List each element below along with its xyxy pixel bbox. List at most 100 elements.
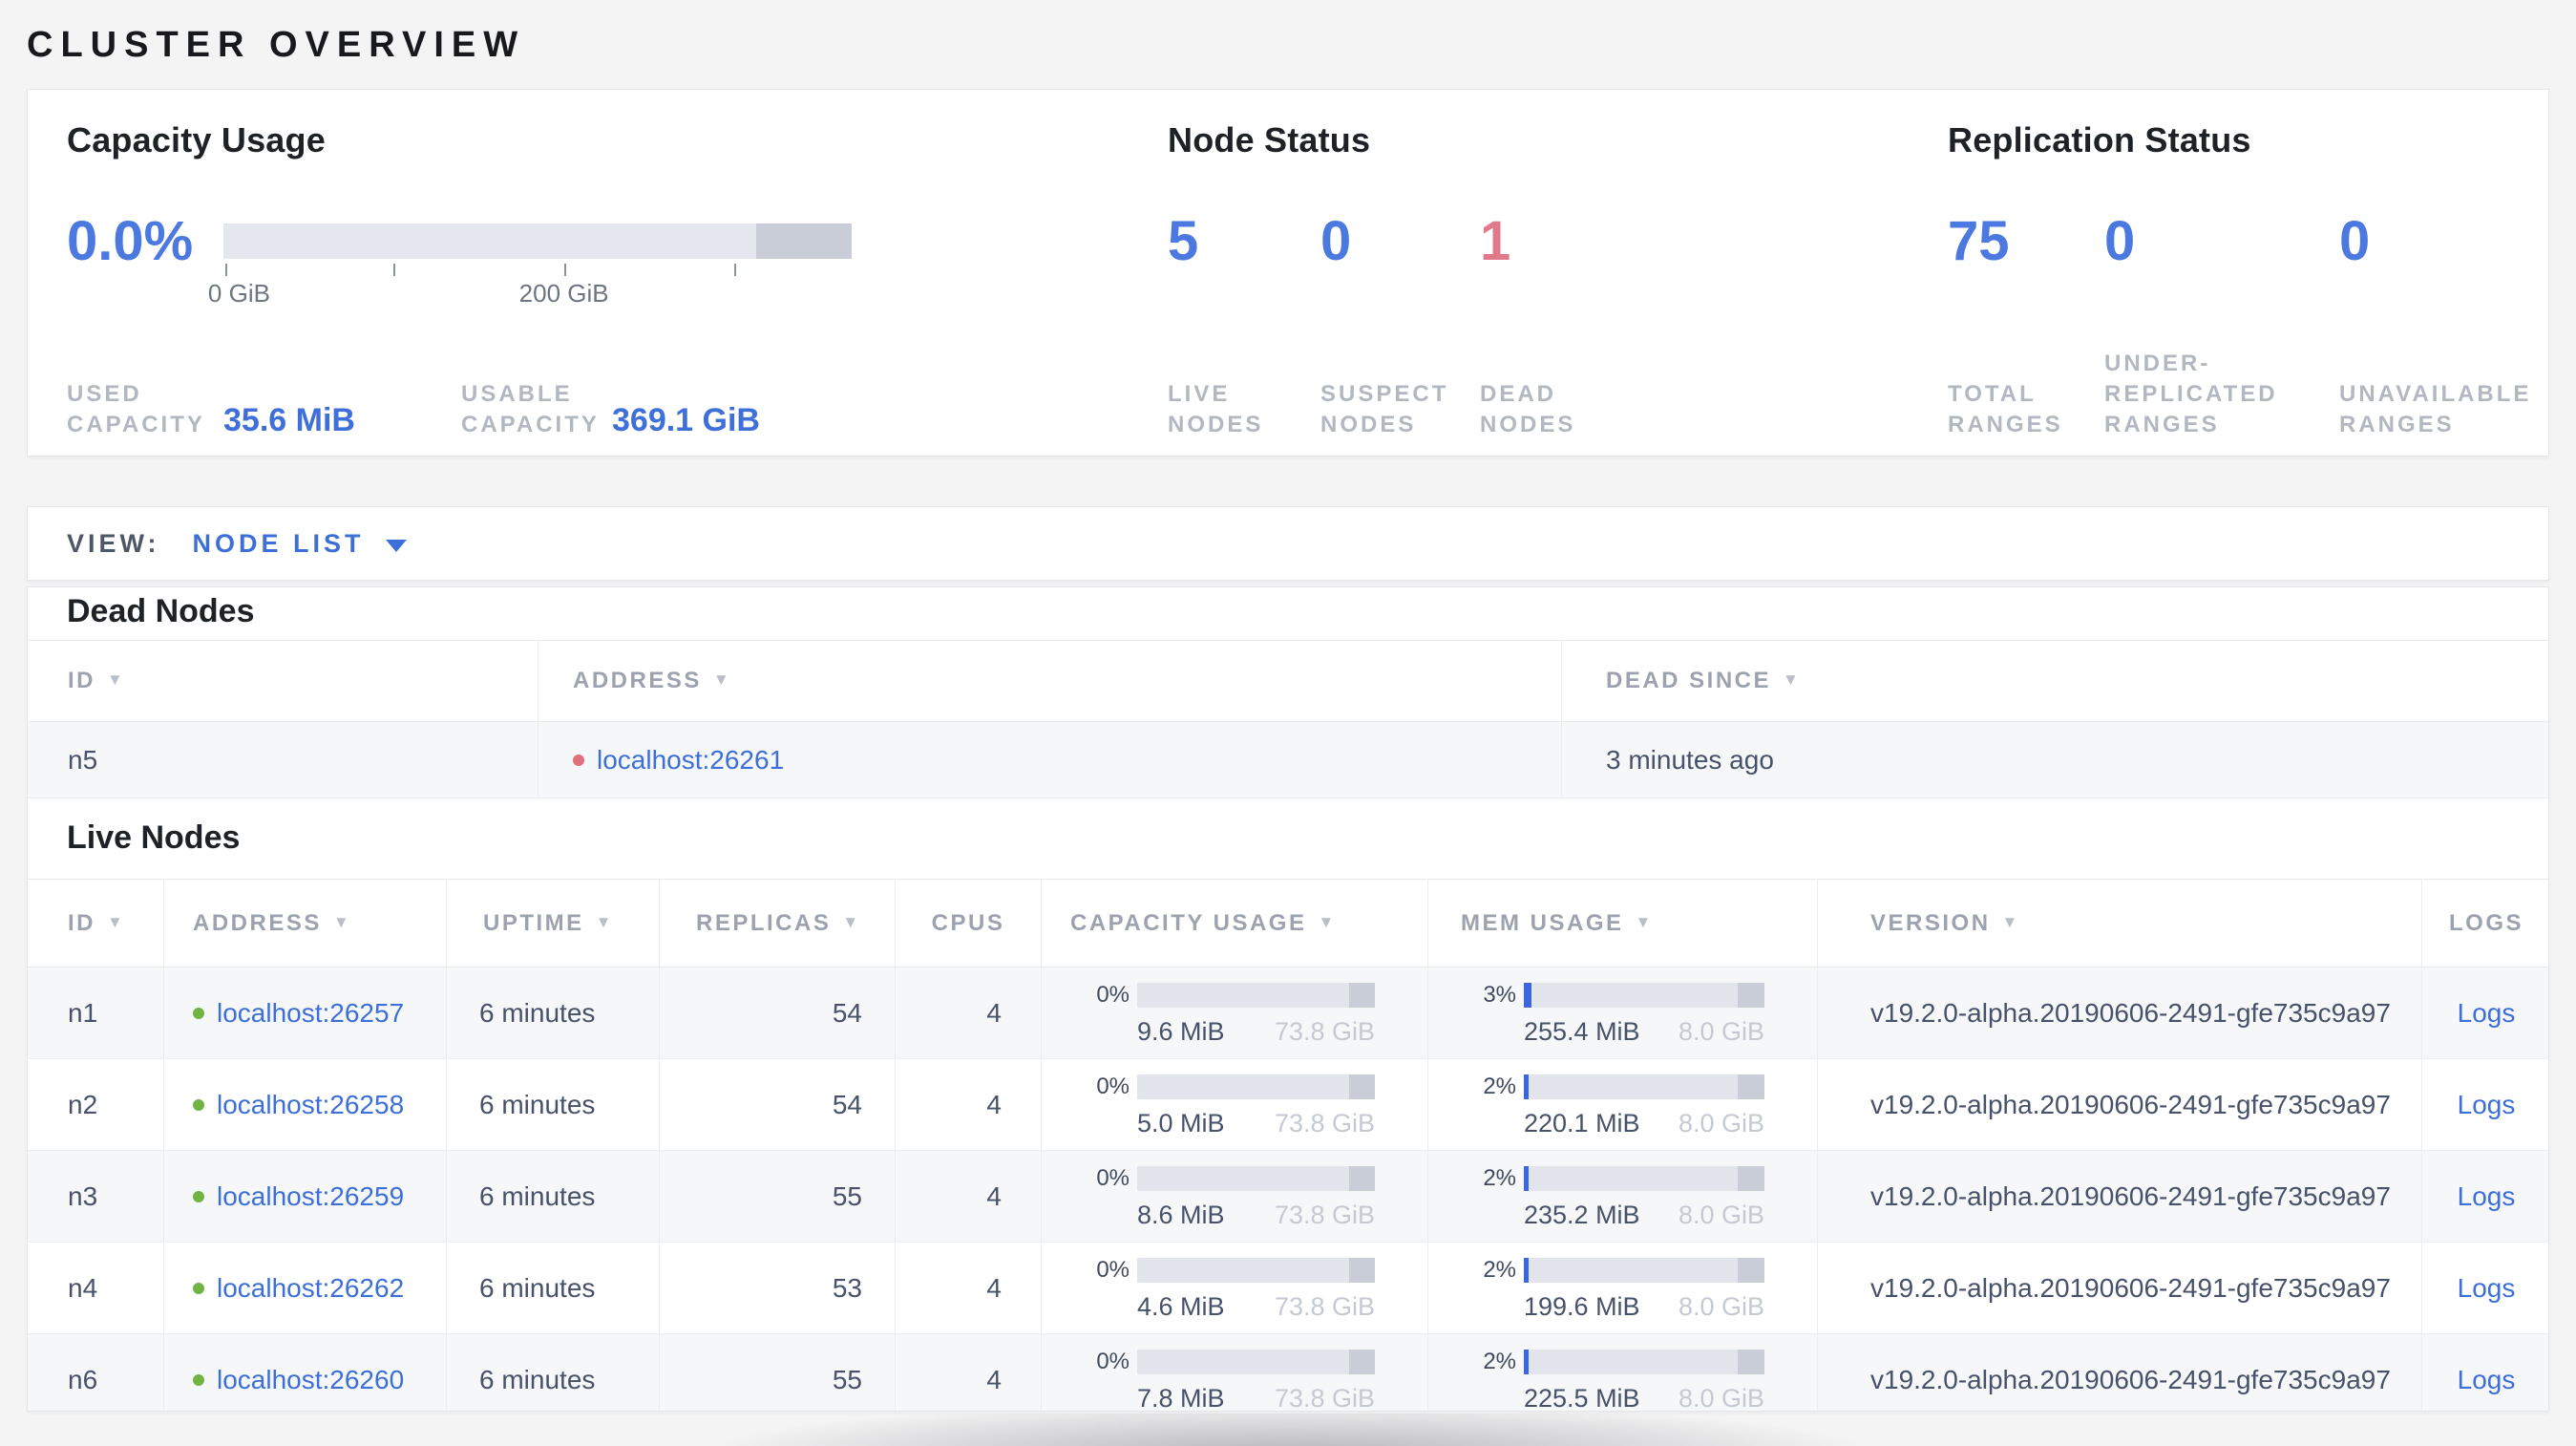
live-node-cpus: 4 xyxy=(896,1151,1042,1242)
capacity-max-value: 73.8 GiB xyxy=(1274,1016,1375,1046)
view-label: VIEW: xyxy=(67,528,160,558)
live-node-logs-cell: Logs xyxy=(2422,1151,2548,1242)
live-node-id: n3 xyxy=(28,1151,164,1242)
mem-usage-percent: 2% xyxy=(1483,1073,1516,1099)
live-node-address-link[interactable]: localhost:26260 xyxy=(217,1365,404,1395)
live-col-version[interactable]: VERSION ▼ xyxy=(1818,880,2422,967)
live-node-address-link[interactable]: localhost:26259 xyxy=(217,1181,404,1212)
replication-status-section: Replication Status 75 0 0 TOTAL RANGES U… xyxy=(1948,120,2559,437)
replication-status-title: Replication Status xyxy=(1948,120,2251,159)
live-col-id[interactable]: ID ▼ xyxy=(28,880,164,967)
live-node-address-cell: localhost:26260 xyxy=(164,1334,447,1411)
unavailable-ranges-label: UNAVAILABLE RANGES xyxy=(2339,381,2532,437)
mem-bar-endcap xyxy=(1738,1257,1764,1283)
healthy-status-dot-icon xyxy=(193,1007,204,1019)
live-node-address-cell: localhost:26258 xyxy=(164,1059,447,1150)
dead-nodes-count: 1 xyxy=(1480,210,1511,272)
capacity-usage-bar xyxy=(1137,1074,1375,1099)
capacity-usage-percent: 0% xyxy=(1096,981,1130,1008)
mem-usage-percent: 3% xyxy=(1483,981,1516,1008)
logs-link[interactable]: Logs xyxy=(2458,1090,2516,1120)
live-node-mem-usage-cell: 2% 199.6 MiB 8.0 GiB xyxy=(1428,1243,1818,1333)
mem-max-value: 8.0 GiB xyxy=(1678,1200,1764,1229)
used-capacity-label: USED CAPACITY xyxy=(67,381,205,437)
capacity-used-value: 9.6 MiB xyxy=(1137,1016,1225,1046)
dead-status-dot-icon xyxy=(573,754,584,766)
capacity-max-value: 73.8 GiB xyxy=(1274,1383,1375,1412)
live-node-cpus: 4 xyxy=(896,1334,1042,1411)
capacity-usage-section: Capacity Usage 0.0% 0 GiB 200 GiB USED C… xyxy=(67,120,926,438)
live-node-mem-usage-cell: 3% 255.4 MiB 8.0 GiB xyxy=(1428,968,1818,1058)
sort-desc-icon: ▼ xyxy=(1783,670,1802,689)
dead-node-address-cell: localhost:26261 xyxy=(538,722,1562,797)
dead-col-id[interactable]: ID ▼ xyxy=(28,641,538,721)
usable-capacity-label: USABLE CAPACITY xyxy=(461,381,600,437)
dead-col-dead-since[interactable]: DEAD SINCE ▼ xyxy=(1562,641,2548,721)
mem-used-value: 255.4 MiB xyxy=(1524,1016,1640,1046)
mem-max-value: 8.0 GiB xyxy=(1678,1383,1764,1412)
capacity-bar-track xyxy=(223,223,852,259)
live-node-logs-cell: Logs xyxy=(2422,1059,2548,1150)
live-node-uptime: 6 minutes xyxy=(447,1334,660,1411)
dead-node-address-link[interactable]: localhost:26261 xyxy=(597,745,784,776)
healthy-status-dot-icon xyxy=(193,1190,204,1202)
capacity-usage-title: Capacity Usage xyxy=(67,120,326,159)
unavailable-ranges-count: 0 xyxy=(2339,210,2371,272)
live-col-address[interactable]: ADDRESS ▼ xyxy=(164,880,447,967)
dead-node-id: n5 xyxy=(28,722,538,797)
live-node-capacity-usage-cell: 0% 7.8 MiB 73.8 GiB xyxy=(1042,1334,1428,1412)
capacity-max-value: 73.8 GiB xyxy=(1274,1108,1375,1138)
logs-link[interactable]: Logs xyxy=(2458,1365,2516,1395)
capacity-usage-bar xyxy=(1137,1349,1375,1374)
logs-link[interactable]: Logs xyxy=(2458,1273,2516,1304)
logs-link[interactable]: Logs xyxy=(2458,998,2516,1029)
chevron-down-icon xyxy=(385,539,407,552)
live-node-version: v19.2.0-alpha.20190606-2491-gfe735c9a97 xyxy=(1818,968,2422,1058)
capacity-used-value: 5.0 MiB xyxy=(1137,1108,1225,1138)
mem-max-value: 8.0 GiB xyxy=(1678,1016,1764,1046)
capacity-usage-bar xyxy=(1137,1165,1375,1191)
under-replicated-count: 0 xyxy=(2104,210,2136,272)
total-ranges-count: 75 xyxy=(1948,210,2010,272)
live-node-capacity-usage-cell: 0% 9.6 MiB 73.8 GiB xyxy=(1042,968,1428,1058)
capacity-usage-percent: 0% xyxy=(1096,1348,1130,1374)
live-node-uptime: 6 minutes xyxy=(447,1059,660,1150)
live-node-row: n1 localhost:26257 6 minutes 54 4 0% 9.6… xyxy=(28,968,2548,1059)
live-col-replicas[interactable]: REPLICAS ▼ xyxy=(660,880,896,967)
mem-max-value: 8.0 GiB xyxy=(1678,1108,1764,1138)
healthy-status-dot-icon xyxy=(193,1098,204,1111)
live-node-address-link[interactable]: localhost:26257 xyxy=(217,998,404,1029)
mem-used-value: 199.6 MiB xyxy=(1524,1291,1640,1321)
live-node-address-link[interactable]: localhost:26262 xyxy=(217,1273,404,1304)
live-nodes-table-body: n1 localhost:26257 6 minutes 54 4 0% 9.6… xyxy=(28,968,2548,1412)
node-status-section: Node Status 5 0 1 LIVE NODES SUSPECT NOD… xyxy=(1168,120,1912,437)
logs-link[interactable]: Logs xyxy=(2458,1181,2516,1212)
capacity-bar-endcap xyxy=(755,223,852,259)
live-col-uptime[interactable]: UPTIME ▼ xyxy=(447,880,660,967)
mem-usage-percent: 2% xyxy=(1483,1256,1516,1283)
live-node-replicas: 53 xyxy=(660,1243,896,1333)
live-node-address-link[interactable]: localhost:26258 xyxy=(217,1090,404,1120)
dead-node-dead-since: 3 minutes ago xyxy=(1606,744,1774,775)
capacity-stats: USED CAPACITY 35.6 MiB USABLE CAPACITY 3… xyxy=(67,352,831,440)
live-node-row: n3 localhost:26259 6 minutes 55 4 0% 8.6… xyxy=(28,1151,2548,1243)
view-selector-dropdown[interactable]: NODE LIST xyxy=(193,529,407,559)
node-status-title: Node Status xyxy=(1168,120,1371,159)
mem-bar-endcap xyxy=(1738,1074,1764,1099)
mem-bar-endcap xyxy=(1738,982,1764,1008)
axis-label-zero: 0 GiB xyxy=(207,279,270,308)
capacity-usage-bar xyxy=(1137,1257,1375,1283)
live-nodes-heading: Live Nodes xyxy=(67,819,241,856)
dead-col-address[interactable]: ADDRESS ▼ xyxy=(538,641,1562,721)
mem-used-value: 225.5 MiB xyxy=(1524,1383,1640,1412)
capacity-used-value: 7.8 MiB xyxy=(1137,1383,1225,1412)
mem-usage-bar xyxy=(1524,1074,1764,1099)
sort-desc-icon: ▼ xyxy=(107,912,126,931)
live-node-capacity-usage-cell: 0% 8.6 MiB 73.8 GiB xyxy=(1042,1151,1428,1242)
live-col-mem-usage[interactable]: MEM USAGE ▼ xyxy=(1428,880,1818,967)
live-node-mem-usage-cell: 2% 220.1 MiB 8.0 GiB xyxy=(1428,1059,1818,1150)
view-selected-value[interactable]: NODE LIST xyxy=(193,529,365,559)
suspect-nodes-label: SUSPECT NODES xyxy=(1320,381,1449,437)
live-col-capacity-usage[interactable]: CAPACITY USAGE ▼ xyxy=(1042,880,1428,967)
live-col-logs: LOGS xyxy=(2448,909,2523,936)
